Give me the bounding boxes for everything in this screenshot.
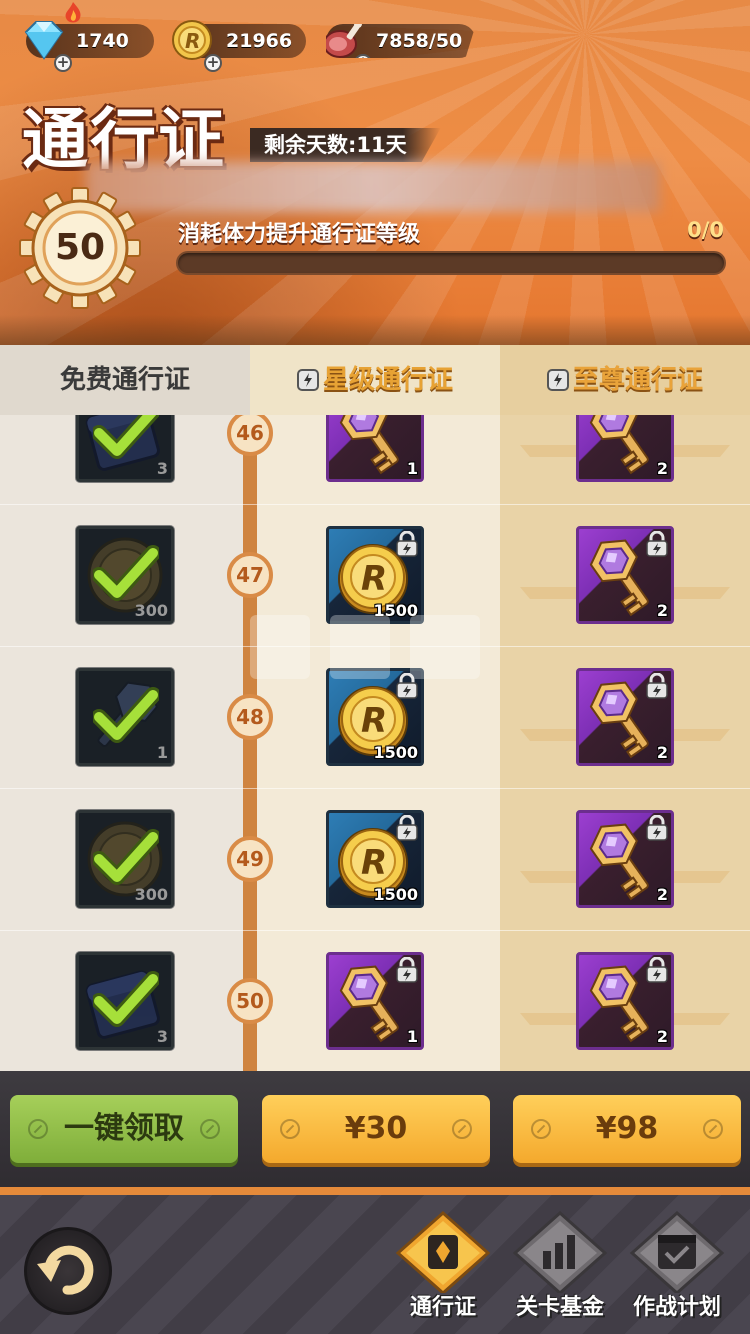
back-button[interactable] xyxy=(24,1227,112,1315)
level-marker: 47 xyxy=(227,552,273,598)
reward-quantity: 2 xyxy=(656,601,668,620)
lock-icon xyxy=(646,531,668,557)
add-coin-button[interactable]: + xyxy=(204,54,222,72)
buy-star-price: ¥30 xyxy=(344,1111,408,1146)
pass-header: + 1740 R + 21966 + 7858/50 通行证 剩余天数:11天 xyxy=(0,0,750,345)
diamond-counter[interactable]: + 1740 xyxy=(24,2,154,72)
add-stamina-button[interactable]: + xyxy=(354,54,372,58)
nav-plan-label: 作战计划 xyxy=(632,1295,721,1320)
free-reward[interactable]: 300 xyxy=(76,810,174,908)
bolt-icon xyxy=(531,1119,551,1139)
reward-quantity: 1 xyxy=(406,1027,418,1046)
tab-star-label: 星级通行证 xyxy=(322,365,453,395)
nav-fund[interactable]: 关卡基金 xyxy=(505,1211,615,1331)
supreme-reward[interactable]: 2 xyxy=(576,810,674,908)
watermark-logo xyxy=(250,615,480,679)
supreme-reward[interactable]: 2 xyxy=(576,952,674,1050)
lock-icon xyxy=(646,815,668,841)
buy-star-pass-button[interactable]: ¥30 xyxy=(262,1095,490,1163)
free-reward[interactable]: 300 xyxy=(76,526,174,624)
checkmark-icon xyxy=(93,687,159,743)
reward-quantity: 2 xyxy=(656,459,668,478)
nav-pass[interactable]: 通行证 xyxy=(388,1211,498,1331)
divider xyxy=(0,1187,750,1195)
pass-ticket-icon xyxy=(395,1211,491,1293)
checkmark-icon xyxy=(93,829,159,885)
lock-icon xyxy=(546,369,569,391)
svg-text:R: R xyxy=(361,843,387,883)
flame-icon xyxy=(65,2,81,23)
bolt-icon xyxy=(703,1119,723,1139)
checkmark-icon xyxy=(93,545,159,601)
reward-quantity: 1500 xyxy=(373,743,418,762)
claim-all-button[interactable]: 一键领取 xyxy=(10,1095,238,1163)
free-reward[interactable]: 3 xyxy=(76,952,174,1050)
tab-free-pass[interactable]: 免费通行证 xyxy=(0,345,250,415)
buy-supreme-price: ¥98 xyxy=(595,1111,659,1146)
reward-quantity: 1 xyxy=(406,459,418,478)
lock-icon xyxy=(396,815,418,841)
watermark xyxy=(240,605,500,712)
add-diamond-button[interactable]: + xyxy=(54,54,72,72)
reward-quantity: 2 xyxy=(656,1027,668,1046)
bar-chart-icon xyxy=(512,1211,608,1293)
nav-plan[interactable]: 作战计划 xyxy=(622,1211,732,1331)
reward-quantity: 1 xyxy=(156,743,168,762)
svg-text:R: R xyxy=(361,559,387,599)
reward-quantity: 300 xyxy=(134,885,168,904)
back-arrow-icon xyxy=(37,1245,94,1295)
reward-quantity: 300 xyxy=(134,601,168,620)
progress-label: 消耗体力提升通行证等级 xyxy=(178,222,421,247)
checkmark-icon xyxy=(93,971,159,1027)
claim-all-label: 一键领取 xyxy=(64,1111,184,1146)
bolt-icon xyxy=(452,1119,472,1139)
coin-counter[interactable]: R + 21966 xyxy=(172,20,306,72)
supreme-reward[interactable]: 2 xyxy=(576,526,674,624)
tab-free-label: 免费通行证 xyxy=(59,365,190,395)
bolt-icon xyxy=(28,1119,48,1139)
tab-star-pass[interactable]: 星级通行证 xyxy=(250,345,500,415)
days-remaining-badge: 剩余天数:11天 xyxy=(250,128,441,162)
reward-quantity: 3 xyxy=(156,459,168,478)
supreme-reward[interactable]: 2 xyxy=(576,668,674,766)
svg-text:R: R xyxy=(185,29,200,53)
reward-quantity: 1500 xyxy=(373,885,418,904)
bolt-icon xyxy=(280,1119,300,1139)
diamond-value: 1740 xyxy=(76,30,129,52)
star-reward[interactable]: 1 xyxy=(326,952,424,1050)
lock-icon xyxy=(396,957,418,983)
reward-quantity: 3 xyxy=(156,1027,168,1046)
nav-fund-label: 关卡基金 xyxy=(515,1295,604,1320)
level-marker: 49 xyxy=(227,836,273,882)
reward-quantity: 2 xyxy=(656,885,668,904)
action-bar: 一键领取 ¥30 ¥98 xyxy=(0,1071,750,1191)
lock-icon xyxy=(646,673,668,699)
progress-bar xyxy=(176,251,726,275)
tab-supreme-label: 至尊通行证 xyxy=(572,365,703,395)
row-divider xyxy=(0,930,750,931)
tab-supreme-pass[interactable]: 至尊通行证 xyxy=(500,345,750,415)
stamina-counter[interactable]: + 7858/50 xyxy=(326,24,476,58)
lock-icon xyxy=(296,369,319,391)
lock-icon xyxy=(646,957,668,983)
bottom-nav: 通行证 关卡基金 作战计划 xyxy=(0,1195,750,1334)
buy-supreme-pass-button[interactable]: ¥98 xyxy=(513,1095,741,1163)
bolt-icon xyxy=(200,1119,220,1139)
reward-quantity: 2 xyxy=(656,743,668,762)
progress-count: 0/0 xyxy=(687,218,724,242)
coin-value: 21966 xyxy=(226,30,293,52)
row-divider xyxy=(0,504,750,505)
lock-icon xyxy=(396,531,418,557)
calendar-check-icon xyxy=(629,1211,725,1293)
star-reward[interactable]: R 1500 xyxy=(326,810,424,908)
free-reward[interactable]: 1 xyxy=(76,668,174,766)
row-divider xyxy=(0,788,750,789)
nav-pass-label: 通行证 xyxy=(409,1295,476,1320)
level-marker: 50 xyxy=(227,978,273,1024)
stamina-value: 7858/50 xyxy=(376,30,463,52)
level-marker: 46 xyxy=(227,410,273,456)
blurred-banner xyxy=(86,162,660,212)
pass-level: 50 xyxy=(54,227,106,268)
